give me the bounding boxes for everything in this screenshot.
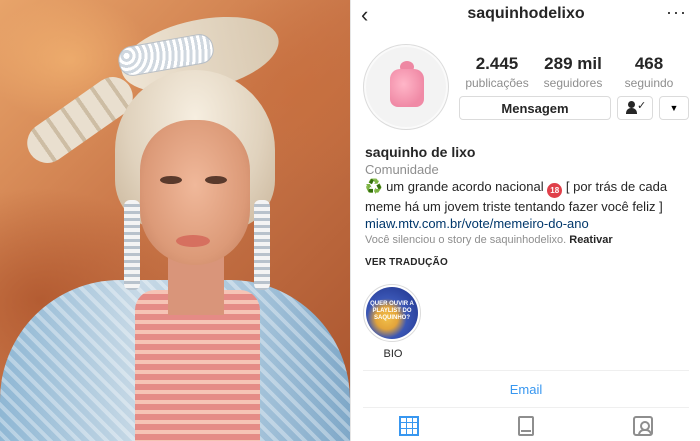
highlight-label: BIO xyxy=(383,348,403,360)
email-button[interactable]: Email xyxy=(510,382,543,397)
top-bar: ‹ saquinhodelixo ··· xyxy=(351,0,700,30)
profile-tabs xyxy=(351,410,700,441)
stat-posts-value: 2.445 xyxy=(475,54,519,73)
tagged-icon xyxy=(632,415,653,436)
stat-posts[interactable]: 2.445 publicações xyxy=(459,54,535,90)
grid-icon xyxy=(399,415,420,436)
lips xyxy=(176,235,210,247)
bio-line-a: um grande acordo nacional xyxy=(386,179,544,194)
recycle-icon: ♻️ xyxy=(365,178,383,194)
eighteen-badge-icon: 18 xyxy=(547,183,563,198)
pink-trash-bag-icon xyxy=(366,47,446,127)
story-highlight-bio[interactable]: QUER OUVIR A PLAYLIST DO SAQUINHO? BIO xyxy=(363,284,423,360)
contact-bar: Email xyxy=(363,370,689,408)
see-translation-link[interactable]: VER TRADUÇÃO xyxy=(365,257,448,268)
right-earring xyxy=(254,200,270,290)
profile-category: Comunidade xyxy=(365,162,439,177)
profile-username: saquinhodelixo xyxy=(467,5,585,22)
triangle-down-icon: ▼ xyxy=(669,103,679,113)
muted-story-notice: Você silenciou o story de saquinhodelixo… xyxy=(365,234,613,246)
stat-followers[interactable]: 289 mil seguidores xyxy=(535,54,611,90)
feed-icon xyxy=(518,415,534,436)
stat-following-value: 468 xyxy=(634,54,664,73)
muted-story-text: Você silenciou o story de saquinhodelixo… xyxy=(365,234,567,246)
stat-following[interactable]: 468 seguindo xyxy=(611,54,687,90)
highlight-ring: QUER OUVIR A PLAYLIST DO SAQUINHO? xyxy=(363,284,421,342)
bio-link[interactable]: miaw.mtv.com.br/vote/memeiro-do-ano xyxy=(365,215,691,232)
person-check-icon: ✓ xyxy=(626,101,646,115)
tab-grid[interactable] xyxy=(351,410,468,441)
stat-followers-value: 289 mil xyxy=(544,54,602,73)
tab-tagged[interactable] xyxy=(584,410,700,441)
profile-actions: Mensagem ✓ ▼ xyxy=(459,96,689,120)
reactivate-link[interactable]: Reativar xyxy=(569,234,612,246)
right-eye xyxy=(205,176,227,184)
ellipsis-icon[interactable]: ··· xyxy=(666,2,687,23)
portrait-photo xyxy=(0,0,350,441)
following-button[interactable]: ✓ xyxy=(617,96,653,120)
instagram-profile: ‹ saquinhodelixo ··· 2.445 publicações 2… xyxy=(350,0,700,441)
highlight-cover: QUER OUVIR A PLAYLIST DO SAQUINHO? xyxy=(366,287,418,339)
highlight-cover-text: QUER OUVIR A PLAYLIST DO SAQUINHO? xyxy=(370,301,414,321)
stat-posts-label: publicações xyxy=(465,76,529,90)
profile-bio: saquinho de lixo Comunidade ♻️ um grande… xyxy=(365,144,691,232)
bio-text: ♻️ um grande acordo nacional 18 [ por tr… xyxy=(365,178,691,215)
suggestions-dropdown-button[interactable]: ▼ xyxy=(659,96,689,120)
profile-stats: 2.445 publicações 289 mil seguidores 468… xyxy=(459,54,687,90)
left-earring xyxy=(124,200,140,290)
stat-followers-label: seguidores xyxy=(543,76,603,90)
bag-body xyxy=(390,69,424,107)
stat-following-label: seguindo xyxy=(624,76,674,90)
message-button[interactable]: Mensagem xyxy=(459,96,611,120)
left-eye xyxy=(160,176,182,184)
tab-feed[interactable] xyxy=(468,410,585,441)
avatar[interactable] xyxy=(363,44,449,130)
profile-display-name: saquinho de lixo xyxy=(365,144,476,160)
